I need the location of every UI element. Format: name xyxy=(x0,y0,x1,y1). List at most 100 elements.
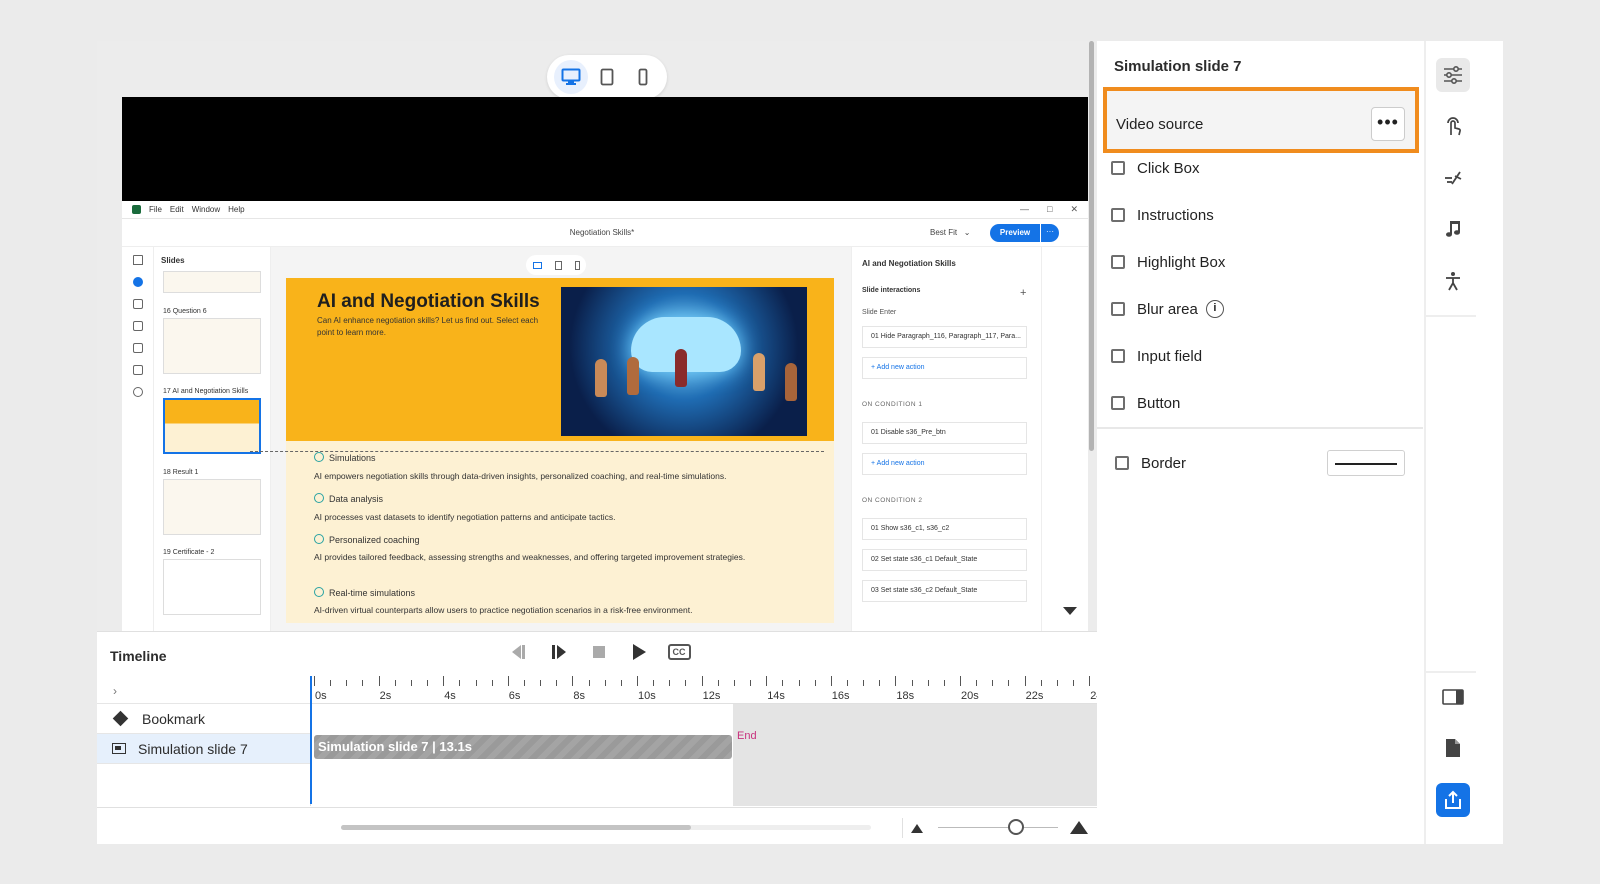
click-box-option[interactable]: Click Box xyxy=(1111,157,1200,179)
ruler-tick xyxy=(394,680,396,686)
tablet-view-button[interactable] xyxy=(590,60,624,94)
inner-right-rail xyxy=(1041,247,1071,631)
point-title: Real-time simulations xyxy=(314,587,415,598)
mobile-view-button[interactable] xyxy=(626,60,660,94)
ruler-tick xyxy=(1073,680,1075,686)
ruler-tick xyxy=(701,676,703,686)
ruler-tick xyxy=(1089,676,1091,686)
accessibility-tab[interactable] xyxy=(1436,264,1470,298)
checkbox[interactable] xyxy=(1115,456,1129,470)
ruler-tick xyxy=(733,680,735,686)
add-action-card: + Add new action xyxy=(862,453,1027,475)
document-button[interactable] xyxy=(1436,731,1470,765)
play-button[interactable] xyxy=(627,640,651,664)
zoom-track[interactable] xyxy=(938,827,1058,828)
inner-left-rail xyxy=(122,247,154,631)
sliders-icon xyxy=(1444,66,1462,84)
inner-preview-button: Preview xyxy=(990,224,1040,242)
splitter-handle[interactable] xyxy=(1089,41,1094,451)
step-forward-icon xyxy=(552,645,566,659)
ruler-tick-label: 10s xyxy=(638,690,656,702)
slide-track[interactable]: Simulation slide 7 xyxy=(97,734,311,764)
ruler-tick xyxy=(346,680,348,686)
video-source-row[interactable]: Video source ••• xyxy=(1103,87,1419,153)
tablet-icon xyxy=(600,68,614,86)
animations-tab[interactable] xyxy=(1436,161,1470,195)
share-button[interactable] xyxy=(1436,783,1470,817)
button-option[interactable]: Button xyxy=(1111,392,1180,414)
ruler-tick-label: 6s xyxy=(508,690,521,702)
step-back-button[interactable] xyxy=(507,640,531,664)
zoom-out-icon[interactable] xyxy=(911,824,923,833)
blur-area-option[interactable]: Blur area i xyxy=(1111,298,1224,320)
desktop-view-button[interactable] xyxy=(554,60,588,94)
audio-tab[interactable] xyxy=(1436,212,1470,246)
checkbox[interactable] xyxy=(1111,161,1125,175)
border-style-picker[interactable] xyxy=(1327,450,1405,476)
panel-layout-button[interactable] xyxy=(1436,680,1470,714)
ruler-tick xyxy=(604,680,606,686)
figure-graphic xyxy=(785,363,797,401)
checkbox[interactable] xyxy=(1111,349,1125,363)
inner-slides-title: Slides xyxy=(161,256,185,265)
horizontal-scrollbar[interactable] xyxy=(341,825,871,830)
step-forward-button[interactable] xyxy=(547,640,571,664)
inner-toolbar: Negotiation Skills* Best Fit ⌄ Preview ·… xyxy=(122,219,1088,247)
checkbox[interactable] xyxy=(1111,255,1125,269)
ruler-tick xyxy=(620,680,622,686)
zoom-in-icon[interactable] xyxy=(1070,821,1088,834)
zoom-slider-knob[interactable] xyxy=(1008,819,1024,835)
tablet-icon xyxy=(554,260,562,270)
add-action-card: + Add new action xyxy=(862,357,1027,379)
option-label: Blur area xyxy=(1137,300,1198,318)
timeline-tracks: › Bookmark Simulation slide 7 xyxy=(97,676,311,806)
playhead[interactable] xyxy=(310,676,312,804)
stop-button[interactable] xyxy=(587,640,611,664)
ruler-tick xyxy=(927,680,929,686)
properties-tab[interactable] xyxy=(1436,58,1470,92)
inner-menu-window: Window xyxy=(191,205,221,214)
ruler-tick-label: 22s xyxy=(1025,690,1044,702)
motion-icon xyxy=(1445,171,1462,185)
bookmark-track[interactable]: Bookmark xyxy=(97,704,311,734)
slide-title: AI and Negotiation Skills xyxy=(317,291,540,312)
inner-best-fit-label: Best Fit xyxy=(930,228,958,237)
ruler-tick xyxy=(1040,680,1042,686)
interactions-tab[interactable] xyxy=(1436,110,1470,144)
desktop-icon xyxy=(561,68,581,85)
panel-splitter[interactable] xyxy=(1087,41,1095,631)
checkbox[interactable] xyxy=(1111,208,1125,222)
ruler-tick xyxy=(1008,680,1010,686)
checkbox[interactable] xyxy=(1111,396,1125,410)
checkbox[interactable] xyxy=(1111,302,1125,316)
ruler-tick xyxy=(830,676,832,686)
instructions-option[interactable]: Instructions xyxy=(1111,204,1214,226)
highlight-box-option[interactable]: Highlight Box xyxy=(1111,251,1225,273)
figure-graphic xyxy=(675,349,687,387)
ruler-tick xyxy=(556,680,558,686)
ruler-tick-label: 16s xyxy=(831,690,850,702)
inner-menu-edit: Edit xyxy=(169,205,184,214)
ruler-tick xyxy=(846,680,848,686)
chevron-right-icon[interactable]: › xyxy=(113,684,117,698)
time-ruler[interactable]: 0s 2s 4s 6s 8s 10s 12s 14s 16s 18s 20s 22s 24 xyxy=(311,676,1097,704)
inner-doc-title: Negotiation Skills* xyxy=(569,228,635,237)
minimize-icon: — xyxy=(1020,204,1030,214)
video-source-more-button[interactable]: ••• xyxy=(1371,107,1405,141)
accessibility-icon xyxy=(1446,272,1460,291)
action-card: 02 Set state s36_c1 Default_State xyxy=(862,549,1027,571)
info-icon[interactable]: i xyxy=(1205,300,1224,318)
captions-button[interactable]: CC xyxy=(667,640,691,664)
inner-window-controls: — □ ✕ xyxy=(1020,204,1078,215)
track-area: Simulation slide 7 | 13.1s xyxy=(311,704,1097,806)
collapse-down-icon[interactable] xyxy=(1063,607,1077,615)
ruler-tick xyxy=(314,676,315,686)
inner-canvas: AI and Negotiation Skills Can AI enhance… xyxy=(271,247,851,631)
border-option[interactable]: Border xyxy=(1115,452,1186,474)
timeline-panel: Timeline CC › Bookmark Simulation slide … xyxy=(97,631,1097,844)
scrollbar-thumb[interactable] xyxy=(341,825,691,830)
input-field-option[interactable]: Input field xyxy=(1111,345,1202,367)
cc-icon: CC xyxy=(667,644,691,660)
slide-clip[interactable]: Simulation slide 7 | 13.1s xyxy=(314,735,732,759)
figure-graphic xyxy=(627,357,639,395)
